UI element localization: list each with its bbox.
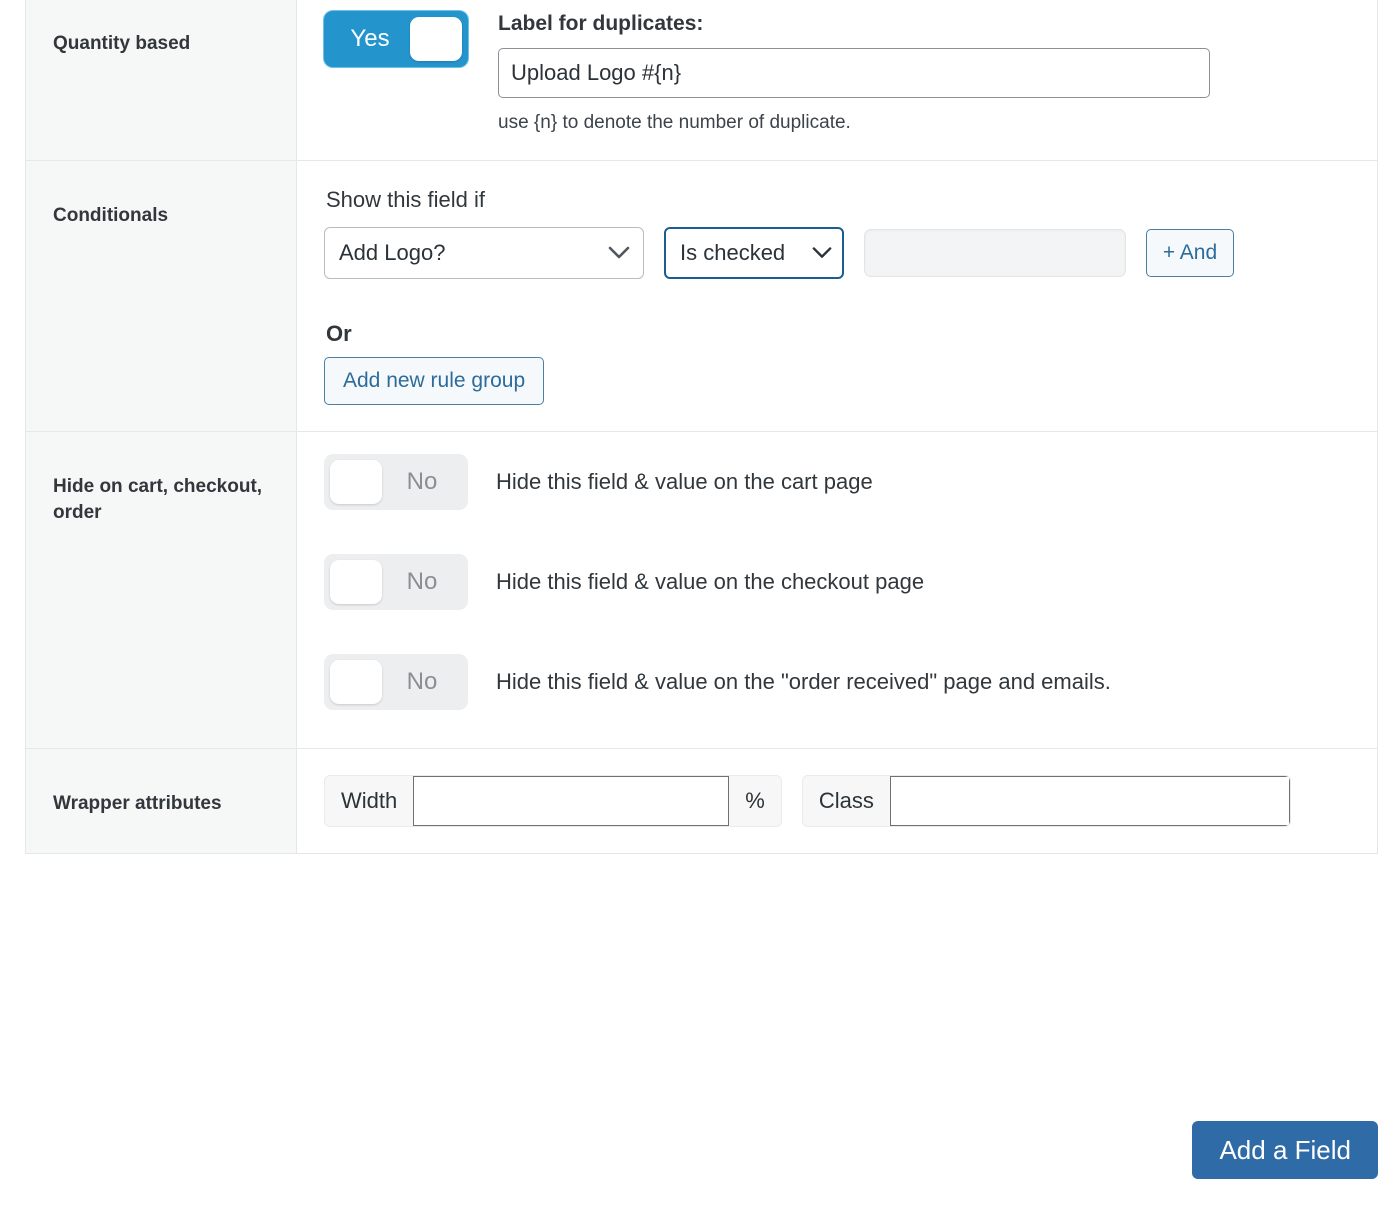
footer-actions: Add a Field [25, 1092, 1378, 1208]
conditional-rule-row: Add Logo? Is checked + And [324, 227, 1353, 280]
conditional-operator-select[interactable]: Is checked [664, 227, 844, 280]
conditional-operator-select-value: Is checked [680, 240, 786, 266]
toggle-label: No [406, 468, 438, 496]
hide-on-order-received-text: Hide this field & value on the "order re… [496, 669, 1111, 695]
hide-on-checkout-toggle[interactable]: No [324, 554, 468, 611]
row-label-wrapper-attributes: Wrapper attributes [25, 748, 297, 854]
field-settings-table: Quantity based Yes Label for duplicates:… [25, 0, 1378, 855]
settings-page: Quantity based Yes Label for duplicates:… [0, 0, 1400, 1208]
row-label-hide-on: Hide on cart, checkout, order [25, 431, 297, 749]
add-and-condition-button[interactable]: + And [1146, 229, 1234, 278]
hide-on-checkout-text: Hide this field & value on the checkout … [496, 569, 925, 595]
settings-row-hide-on: Hide on cart, checkout, order No Hide th… [25, 431, 1378, 749]
toggle-label: Yes [350, 25, 390, 52]
toggle-knob [410, 17, 462, 61]
row-body-conditionals: Show this field if Add Logo? Is checked … [296, 160, 1378, 432]
settings-row-conditionals: Conditionals Show this field if Add Logo… [25, 160, 1378, 432]
settings-row-quantity-based: Quantity based Yes Label for duplicates:… [25, 0, 1378, 161]
toggle-knob [330, 460, 382, 505]
add-a-field-button[interactable]: Add a Field [1192, 1120, 1378, 1180]
settings-row-wrapper-attributes: Wrapper attributes Width % Class [25, 748, 1378, 854]
conditional-operator-select-wrap: Is checked [664, 227, 844, 280]
conditional-field-select-wrap: Add Logo? [324, 227, 644, 280]
conditional-value-input[interactable] [864, 229, 1126, 278]
wrapper-class-addon: Class [802, 776, 890, 827]
or-separator-label: Or [326, 321, 352, 347]
wrapper-width-addon: Width [325, 776, 414, 827]
hide-on-order-received-line: No Hide this field & value on the "order… [324, 654, 1353, 711]
hide-on-checkout-line: No Hide this field & value on the checko… [324, 554, 1353, 611]
wrapper-width-input[interactable] [413, 776, 730, 827]
add-new-rule-group-button[interactable]: Add new rule group [324, 357, 545, 406]
wrapper-class-group: Class [801, 775, 1291, 828]
hide-on-cart-text: Hide this field & value on the cart page [496, 469, 873, 495]
toggle-label: No [406, 668, 438, 696]
wrapper-class-input[interactable] [889, 776, 1290, 827]
row-body-wrapper-attributes: Width % Class [296, 748, 1378, 854]
hide-on-cart-line: No Hide this field & value on the cart p… [324, 454, 1353, 511]
wrapper-width-group: Width % [324, 775, 782, 828]
label-for-duplicates-help: use {n} to denote the number of duplicat… [498, 112, 851, 134]
hide-on-order-received-toggle[interactable]: No [324, 654, 468, 711]
toggle-knob [330, 560, 382, 605]
conditional-field-select-value: Add Logo? [339, 240, 446, 266]
conditional-field-select[interactable]: Add Logo? [324, 227, 644, 280]
label-for-duplicates-title: Label for duplicates: [498, 12, 704, 35]
quantity-based-toggle[interactable]: Yes [324, 11, 468, 67]
row-label-conditionals: Conditionals [25, 160, 297, 432]
row-body-quantity-based: Yes Label for duplicates: use {n} to den… [296, 0, 1378, 161]
row-label-quantity-based: Quantity based [25, 0, 297, 161]
label-for-duplicates-input[interactable] [498, 48, 1210, 99]
show-this-field-if-label: Show this field if [326, 187, 485, 213]
row-body-hide-on: No Hide this field & value on the cart p… [296, 431, 1378, 749]
wrapper-percent-addon: % [729, 776, 781, 827]
toggle-knob [330, 660, 382, 705]
hide-on-cart-toggle[interactable]: No [324, 454, 468, 511]
toggle-label: No [406, 568, 438, 596]
